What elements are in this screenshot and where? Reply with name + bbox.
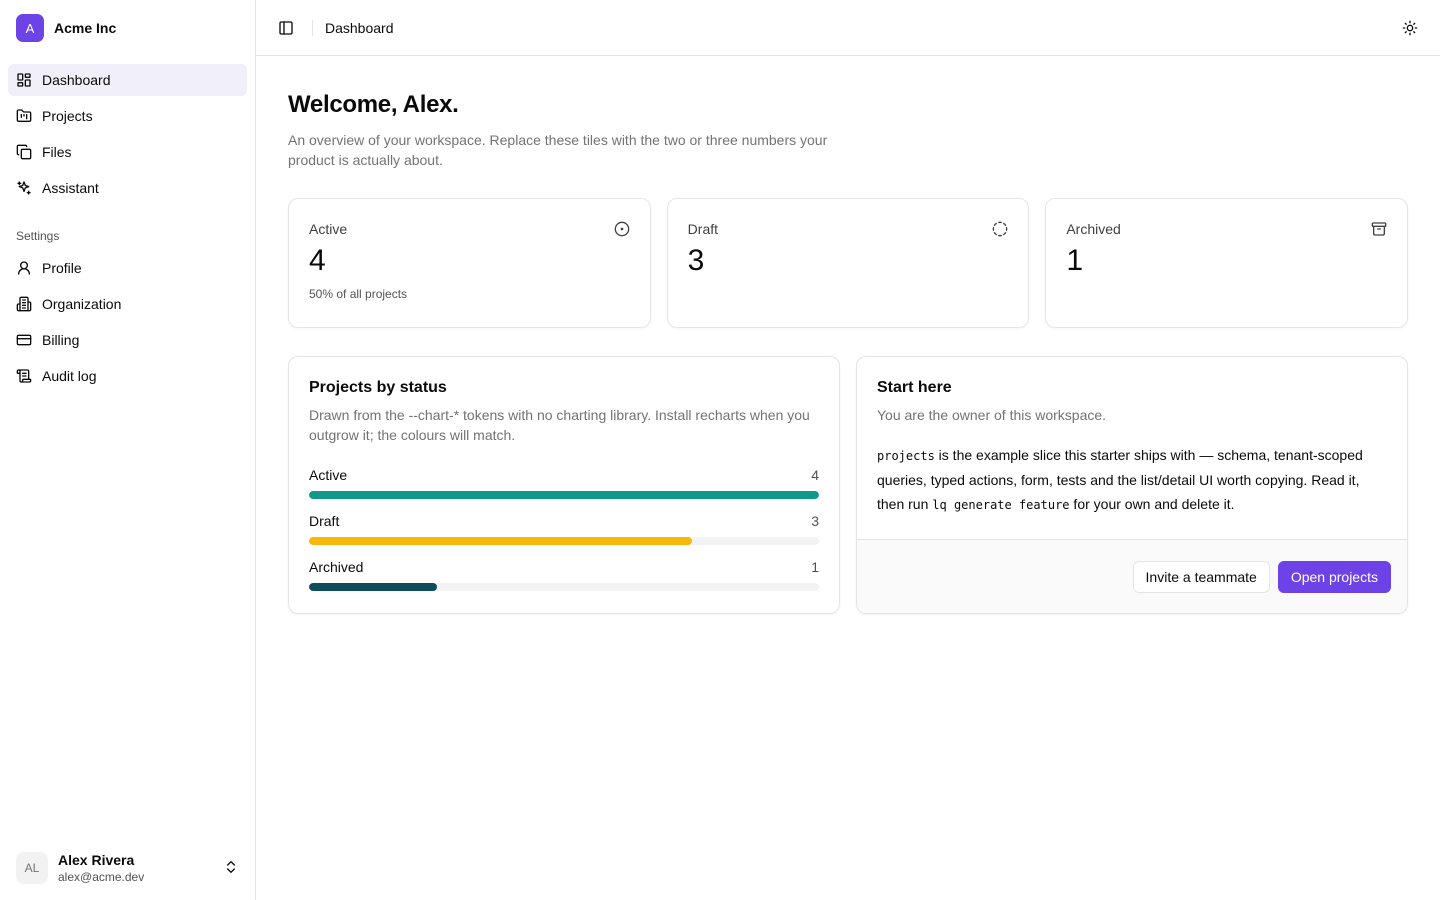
breadcrumb: Dashboard <box>325 19 394 36</box>
code-generate-feature: lq generate feature <box>932 498 1070 512</box>
dashboard-icon <box>17 73 31 87</box>
sidebar-nav: Dashboard Projects Files Assistant Setti… <box>0 56 255 392</box>
card-description: You are the owner of this workspace. <box>877 407 1107 423</box>
scroll-icon <box>16 369 32 383</box>
dashboard-cards: Projects by status Drawn from the --char… <box>288 356 1408 614</box>
stat-value: 3 <box>687 244 705 277</box>
status-bar-fill <box>309 583 437 591</box>
start-here-card: Start here You are the owner of this wor… <box>856 356 1408 614</box>
status-row-draft: Draft 3 <box>309 511 819 545</box>
theme-toggle-button[interactable] <box>1400 18 1420 38</box>
status-count: 1 <box>811 559 819 575</box>
circle-dot-icon <box>614 221 630 237</box>
status-count: 4 <box>811 467 819 483</box>
status-label: Archived <box>309 559 364 575</box>
status-bar-track <box>309 537 819 545</box>
circle-dashed-icon <box>992 221 1008 237</box>
stat-note: 50% of all projects <box>309 287 408 301</box>
page-title: Welcome, Alex. <box>288 91 459 118</box>
sidebar-item-files[interactable]: Files <box>8 136 247 168</box>
sidebar-item-billing[interactable]: Billing <box>8 324 247 356</box>
stat-label: Archived <box>1066 221 1121 237</box>
status-row-active: Active 4 <box>309 465 819 499</box>
sidebar-item-label: Audit log <box>42 368 97 384</box>
start-text-part2: for your own and delete it. <box>1069 496 1235 512</box>
stat-label: Active <box>309 221 348 237</box>
status-bar-fill <box>309 537 692 545</box>
sidebar-toggle-button[interactable] <box>276 18 296 38</box>
page-subtitle: An overview of your workspace. Replace t… <box>288 132 828 168</box>
brand-logo: A <box>16 14 44 42</box>
sidebar-item-label: Organization <box>42 296 122 312</box>
stat-label: Draft <box>687 221 719 237</box>
brand-name: Acme Inc <box>54 20 117 36</box>
panel-left-icon <box>279 20 293 35</box>
code-projects: projects <box>877 449 935 463</box>
avatar: AL <box>16 852 48 884</box>
chevrons-up-down-icon <box>223 859 239 878</box>
credit-card-icon <box>16 334 32 346</box>
user-menu[interactable]: AL Alex Rivera alex@acme.dev <box>8 844 247 892</box>
status-bar-track <box>309 491 819 499</box>
user-icon <box>18 261 30 275</box>
stat-tile-draft: Draft 3 <box>666 198 1030 328</box>
status-bar-track <box>309 583 819 591</box>
user-name: Alex Rivera <box>58 852 135 868</box>
status-bars: Active 4 Draft 3 Archived 1 <box>309 465 819 591</box>
projects-by-status-card: Projects by status Drawn from the --char… <box>288 356 840 614</box>
projects-icon <box>16 109 32 122</box>
sidebar-item-projects[interactable]: Projects <box>8 100 247 132</box>
sidebar-item-dashboard[interactable]: Dashboard <box>8 64 247 96</box>
workspace-switcher[interactable]: A Acme Inc <box>0 0 255 56</box>
card-title: Start here <box>877 379 952 396</box>
sidebar-item-label: Assistant <box>42 180 99 196</box>
status-row-archived: Archived 1 <box>309 557 819 591</box>
stat-tile-active: Active 4 50% of all projects <box>288 198 651 328</box>
stat-value: 4 <box>309 244 326 277</box>
user-email: alex@acme.dev <box>58 870 145 884</box>
topbar: Dashboard <box>256 0 1440 56</box>
building-icon <box>16 296 32 312</box>
user-info: Alex Rivera alex@acme.dev <box>58 851 213 885</box>
sidebar-item-assistant[interactable]: Assistant <box>8 172 247 204</box>
topbar-divider <box>312 19 313 36</box>
archive-icon <box>1371 221 1387 237</box>
sidebar-item-organization[interactable]: Organization <box>8 288 247 320</box>
sidebar-item-label: Files <box>42 144 72 160</box>
status-bar-fill <box>309 491 819 499</box>
files-icon <box>16 144 32 160</box>
sidebar: A Acme Inc Dashboard Projects Files Assi… <box>0 0 256 900</box>
sidebar-item-label: Billing <box>42 332 80 348</box>
sidebar-item-audit-log[interactable]: Audit log <box>8 360 247 392</box>
app-root: A Acme Inc Dashboard Projects Files Assi… <box>0 0 1440 900</box>
sidebar-item-profile[interactable]: Profile <box>8 252 247 284</box>
sidebar-item-label: Dashboard <box>42 72 111 88</box>
status-label: Draft <box>309 513 340 529</box>
sparkles-icon <box>17 181 31 195</box>
start-here-text: projects is the example slice this start… <box>877 443 1387 517</box>
invite-teammate-button[interactable]: Invite a teammate <box>1132 560 1270 593</box>
stat-tile-archived: Archived 1 <box>1045 198 1409 328</box>
sidebar-item-label: Projects <box>42 108 93 124</box>
card-title: Projects by status <box>309 379 447 396</box>
dashboard-content: Welcome, Alex. An overview of your works… <box>256 56 1440 646</box>
card-footer: Invite a teammate Open projects <box>857 539 1407 613</box>
status-label: Active <box>309 467 348 483</box>
status-count: 3 <box>811 513 819 529</box>
stat-tiles: Active 4 50% of all projects Draft 3 Arc… <box>288 198 1409 328</box>
sun-icon <box>1402 20 1418 35</box>
stat-value: 1 <box>1066 244 1084 277</box>
card-description: Drawn from the --chart-* tokens with no … <box>309 407 810 443</box>
sidebar-item-label: Profile <box>42 260 82 276</box>
settings-section-label: Settings <box>16 229 60 243</box>
main-content: Dashboard Welcome, Alex. An overview of … <box>256 0 1440 900</box>
open-projects-button[interactable]: Open projects <box>1277 560 1391 593</box>
